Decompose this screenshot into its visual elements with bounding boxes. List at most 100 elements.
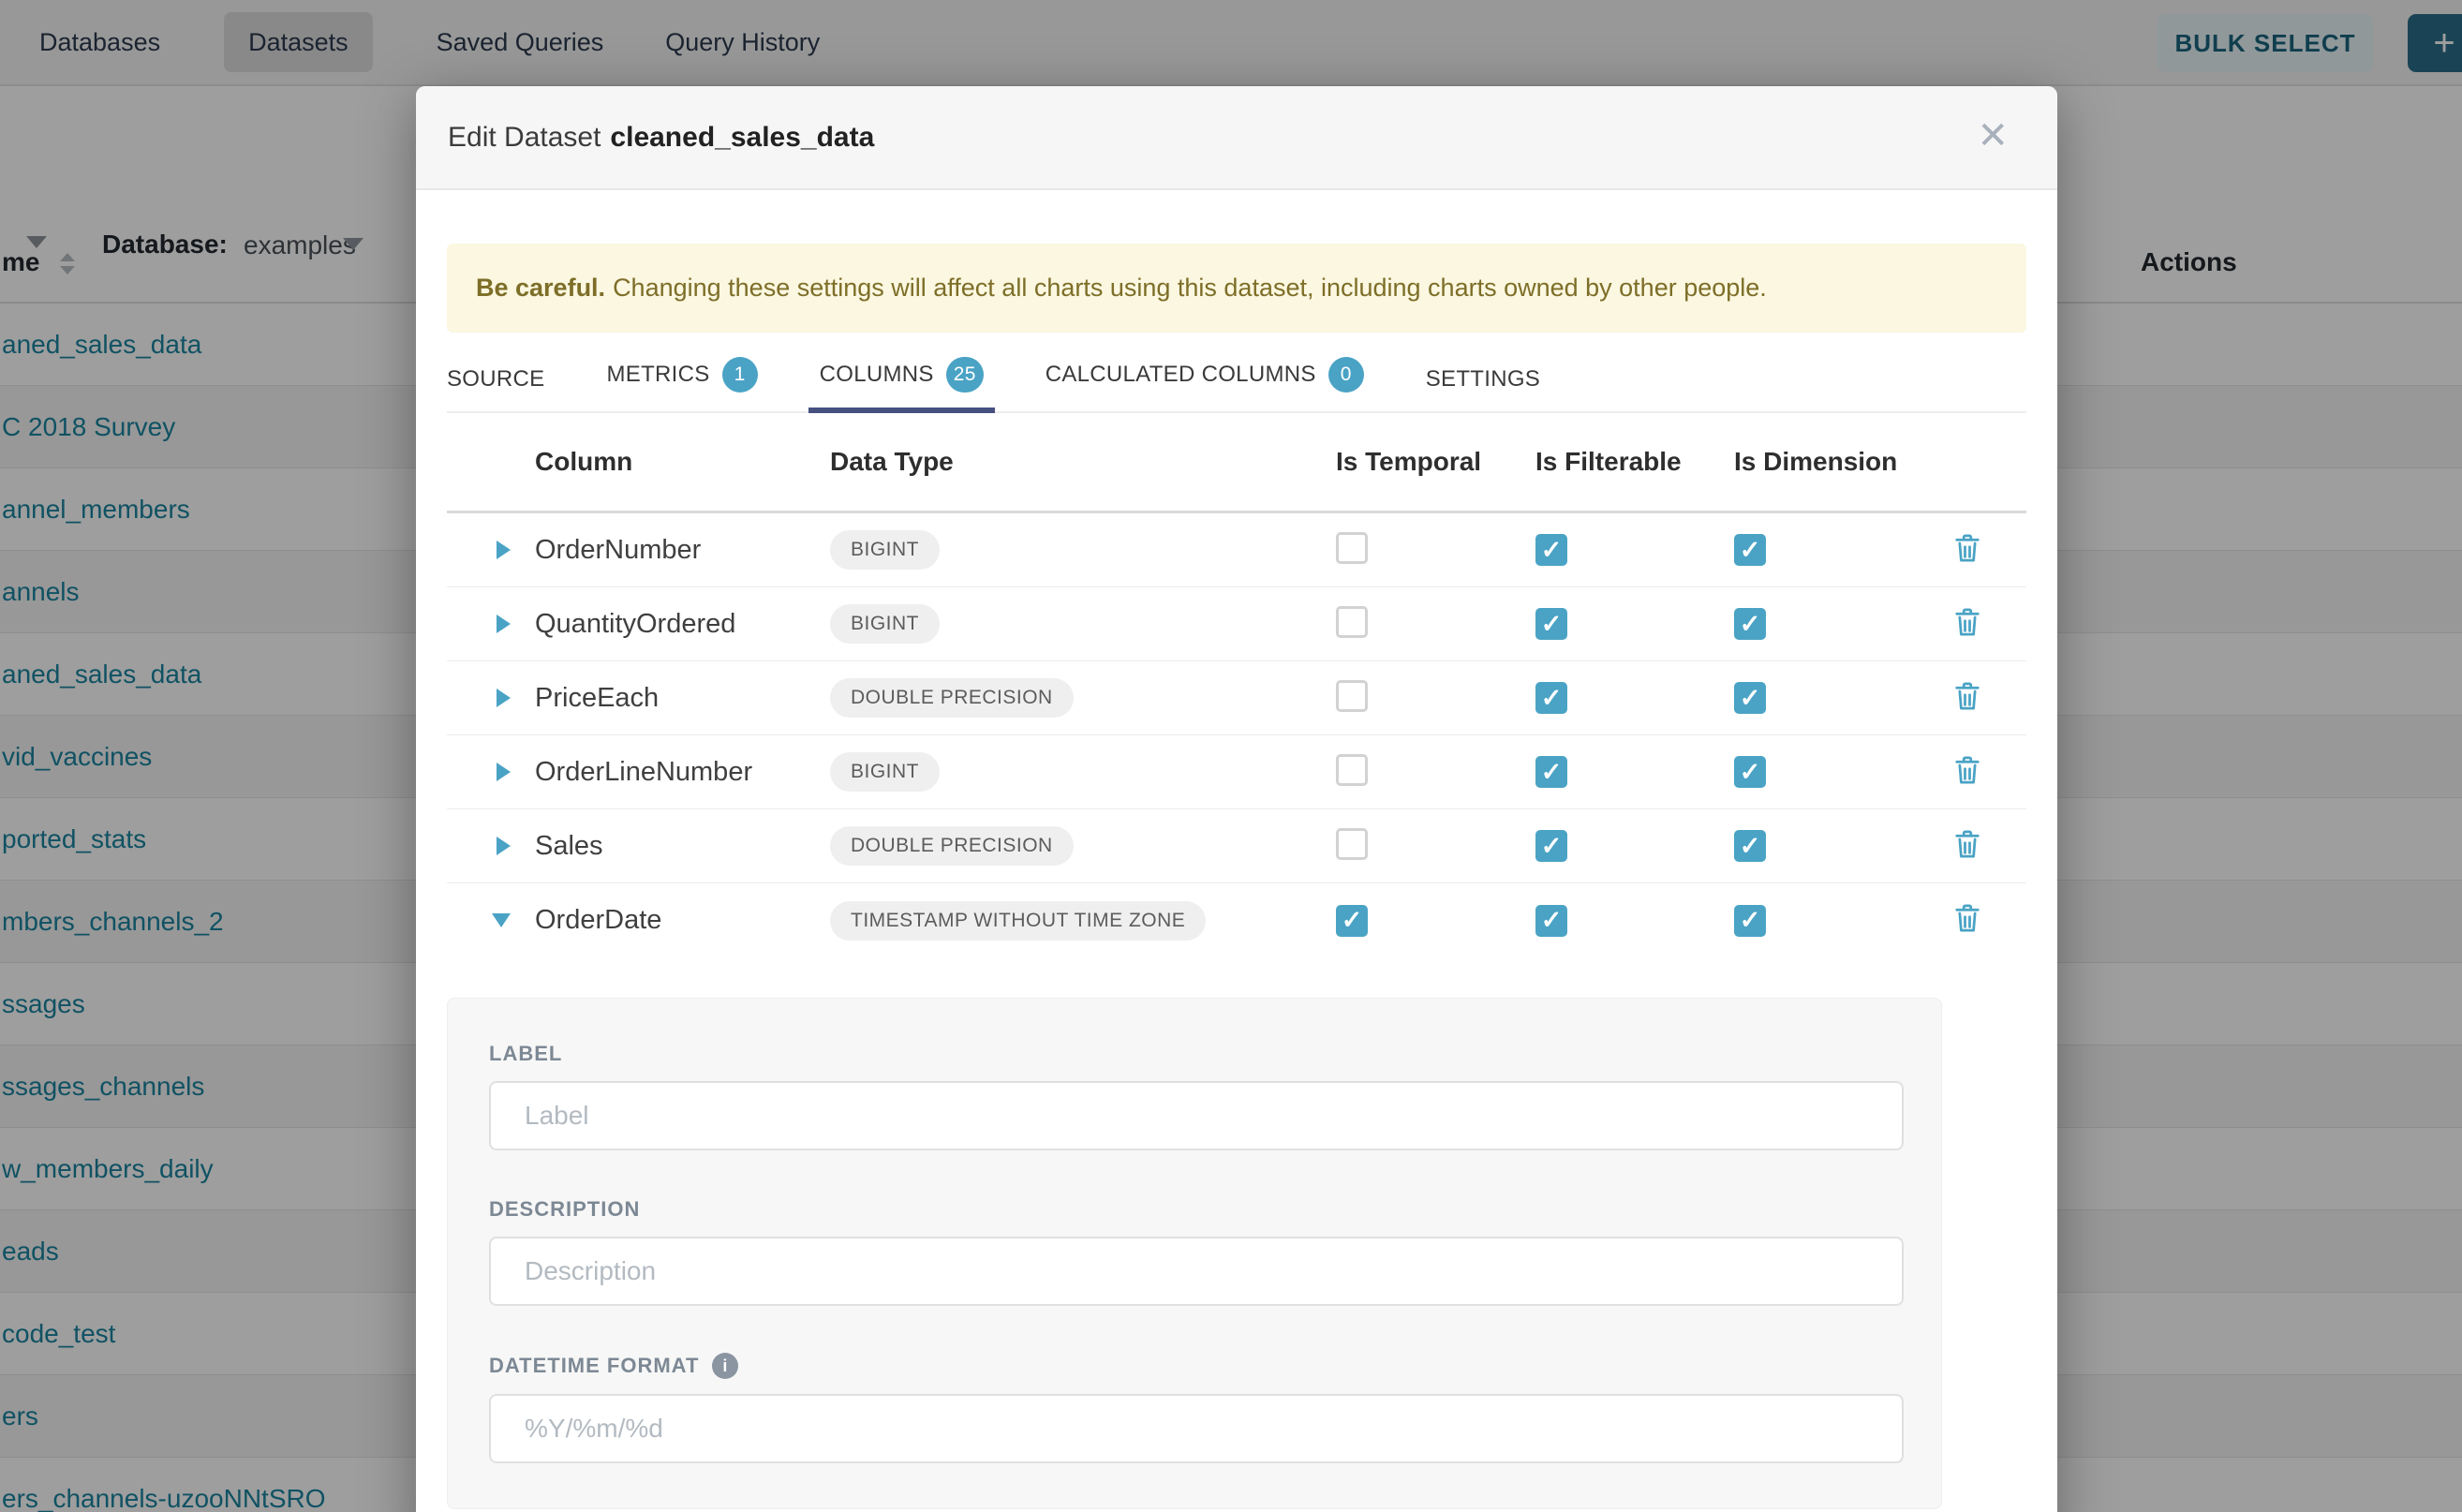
is-temporal-checkbox[interactable] <box>1336 606 1368 638</box>
delete-column-button[interactable] <box>1908 754 2026 791</box>
is-temporal-checkbox[interactable] <box>1336 680 1368 712</box>
delete-column-button[interactable] <box>1908 606 2026 643</box>
caret-right-icon <box>497 837 511 855</box>
data-type-header: Data Type <box>830 447 1336 477</box>
is-dimension-checkbox[interactable] <box>1734 756 1766 788</box>
is-filterable-checkbox[interactable] <box>1535 682 1567 714</box>
data-type-cell: TIMESTAMP WITHOUT TIME ZONE <box>830 901 1336 941</box>
is-temporal-checkbox[interactable] <box>1336 754 1368 786</box>
column-row: SalesDOUBLE PRECISION <box>447 809 2026 883</box>
expand-caret-icon[interactable] <box>447 541 535 559</box>
is-filterable-checkbox[interactable] <box>1535 830 1567 862</box>
datetime-format-input[interactable] <box>489 1394 1904 1463</box>
checkbox-cell <box>1336 905 1535 937</box>
is-filterable-checkbox[interactable] <box>1535 905 1567 937</box>
column-header: Column <box>535 447 830 477</box>
delete-column-button[interactable] <box>1908 902 2026 939</box>
delete-column-button[interactable] <box>1908 680 2026 717</box>
datetime-format-label-text: DATETIME FORMAT <box>489 1354 699 1378</box>
data-type-cell: BIGINT <box>830 530 1336 570</box>
is-filterable-header: Is Filterable <box>1535 447 1734 477</box>
is-filterable-checkbox[interactable] <box>1535 608 1567 640</box>
edit-dataset-modal: Edit Datasetcleaned_sales_data ✕ Be care… <box>416 86 2057 1512</box>
trash-icon <box>1953 902 1981 939</box>
checkbox-cell <box>1535 682 1734 714</box>
is-filterable-checkbox[interactable] <box>1535 756 1567 788</box>
tab-count-badge: 1 <box>722 357 758 393</box>
tab-source[interactable]: SOURCE <box>447 366 544 411</box>
expand-caret-icon[interactable] <box>447 689 535 707</box>
tab-label: CALCULATED COLUMNS <box>1046 362 1316 388</box>
modal-header: Edit Datasetcleaned_sales_data ✕ <box>416 86 2057 190</box>
data-type-cell: BIGINT <box>830 752 1336 792</box>
column-row: OrderLineNumberBIGINT <box>447 735 2026 809</box>
is-dimension-checkbox[interactable] <box>1734 534 1766 566</box>
tab-settings[interactable]: SETTINGS <box>1426 366 1540 411</box>
trash-icon <box>1953 532 1981 569</box>
description-label: DESCRIPTION <box>489 1197 1900 1222</box>
is-temporal-checkbox[interactable] <box>1336 905 1368 937</box>
close-icon[interactable]: ✕ <box>1971 116 2014 156</box>
checkbox-cell <box>1336 828 1535 865</box>
columns-table-header: Column Data Type Is Temporal Is Filterab… <box>447 413 2026 513</box>
data-type-pill: BIGINT <box>830 604 940 644</box>
column-name: OrderNumber <box>535 535 830 566</box>
trash-icon <box>1953 754 1981 791</box>
tab-label: COLUMNS <box>820 362 934 388</box>
tab-calculated-columns[interactable]: CALCULATED COLUMNS0 <box>1046 357 1364 411</box>
checkbox-cell <box>1734 534 1908 566</box>
data-type-pill: DOUBLE PRECISION <box>830 678 1074 718</box>
description-input[interactable] <box>489 1237 1904 1306</box>
tab-label: SETTINGS <box>1426 366 1540 393</box>
checkbox-cell <box>1535 905 1734 937</box>
is-dimension-checkbox[interactable] <box>1734 830 1766 862</box>
is-dimension-checkbox[interactable] <box>1734 682 1766 714</box>
is-temporal-checkbox[interactable] <box>1336 828 1368 860</box>
column-name: OrderLineNumber <box>535 757 830 788</box>
column-name: QuantityOrdered <box>535 609 830 640</box>
tab-count-badge: 25 <box>946 357 984 393</box>
delete-column-button[interactable] <box>1908 828 2026 865</box>
is-dimension-checkbox[interactable] <box>1734 905 1766 937</box>
is-temporal-checkbox[interactable] <box>1336 532 1368 564</box>
checkbox-cell <box>1535 830 1734 862</box>
caret-right-icon <box>497 541 511 559</box>
is-temporal-header: Is Temporal <box>1336 447 1535 477</box>
screen: DatabasesDatasetsSaved QueriesQuery Hist… <box>0 0 2462 1512</box>
delete-column-button[interactable] <box>1908 532 2026 569</box>
collapse-caret-icon[interactable] <box>447 913 535 927</box>
warning-text: Changing these settings will affect all … <box>613 274 1767 303</box>
checkbox-cell <box>1336 606 1535 643</box>
checkbox-cell <box>1734 830 1908 862</box>
trash-icon <box>1953 606 1981 643</box>
is-filterable-checkbox[interactable] <box>1535 534 1567 566</box>
datetime-format-label: DATETIME FORMAT <box>489 1353 1900 1379</box>
label-label-text: LABEL <box>489 1042 562 1066</box>
caret-down-icon <box>492 913 511 927</box>
warning-bold-text: Be careful. <box>476 274 605 303</box>
trash-icon <box>1953 680 1981 717</box>
expand-caret-icon[interactable] <box>447 763 535 781</box>
expand-caret-icon[interactable] <box>447 837 535 855</box>
data-type-cell: BIGINT <box>830 604 1336 644</box>
is-dimension-checkbox[interactable] <box>1734 608 1766 640</box>
modal-title-prefix: Edit Dataset <box>448 122 601 153</box>
data-type-pill: DOUBLE PRECISION <box>830 826 1074 866</box>
column-name: OrderDate <box>535 905 830 936</box>
data-type-pill: TIMESTAMP WITHOUT TIME ZONE <box>830 901 1206 941</box>
data-type-cell: DOUBLE PRECISION <box>830 826 1336 866</box>
tab-metrics[interactable]: METRICS 1 <box>606 357 757 411</box>
is-dimension-header: Is Dimension <box>1734 447 1908 477</box>
tab-label: METRICS <box>606 362 709 388</box>
column-name: Sales <box>535 831 830 862</box>
data-type-pill: BIGINT <box>830 530 940 570</box>
expand-caret-icon[interactable] <box>447 615 535 633</box>
tab-columns[interactable]: COLUMNS 25 <box>820 357 984 411</box>
checkbox-cell <box>1734 905 1908 937</box>
caret-right-icon <box>497 763 511 781</box>
checkbox-cell <box>1535 534 1734 566</box>
label-input[interactable] <box>489 1081 1904 1150</box>
checkbox-cell <box>1734 756 1908 788</box>
modal-body: Be careful. Changing these settings will… <box>416 244 2057 1509</box>
info-icon[interactable] <box>712 1353 738 1379</box>
